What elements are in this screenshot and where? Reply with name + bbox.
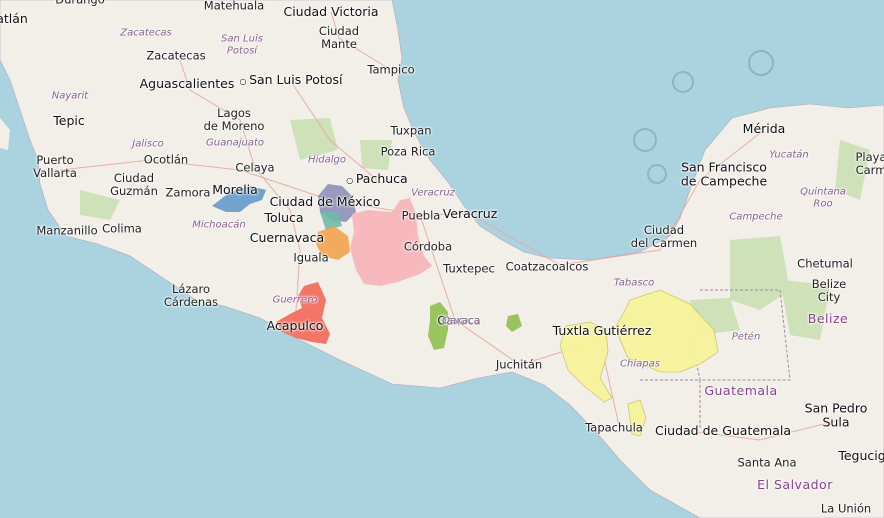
state-label: Campeche [729, 211, 783, 223]
city-label: Tuxtla Gutiérrez [552, 322, 652, 338]
city-label: Tuxtepec [443, 261, 495, 276]
state-label: San Luis Potosí [221, 33, 263, 57]
city-label: Cuernavaca [249, 229, 325, 245]
state-label: Oaxaca [442, 315, 480, 327]
city-label: Colima [102, 221, 142, 236]
city-label: Toluca [264, 209, 304, 225]
city-label: La Unión [820, 501, 872, 516]
state-label: Hidalgo [307, 154, 347, 166]
city-label: Tampico [367, 62, 415, 77]
city-label: atlán [0, 10, 28, 26]
state-label: Jalisco [132, 138, 164, 150]
city-label: Tabasco [613, 277, 655, 289]
city-label: Tapachula [585, 420, 643, 435]
city-label: Lagos de Moreno [203, 105, 265, 133]
city-label: Chetumal [797, 256, 853, 271]
city-label: San Pedro Sula [804, 400, 868, 430]
city-label: Ciudad Guzmán [110, 170, 158, 198]
city-label: Tuxpan [390, 123, 432, 138]
state-label: Guanajuato [206, 137, 264, 149]
city-label: Pachuca [346, 171, 408, 186]
state-label: Chiapas [620, 358, 660, 370]
land-baja-tip [0, 118, 10, 150]
city-label: Playa Carm [855, 149, 884, 177]
state-label: Quintana Roo [800, 186, 846, 210]
map-canvas[interactable]: Matehuala Ciudad Victoria Ciudad Mante Tampi… [0, 0, 884, 518]
city-label: Celaya [235, 160, 275, 175]
city-label: Belize City [811, 276, 847, 304]
state-label: Veracruz [411, 187, 455, 199]
city-label: Poza Rica [380, 144, 436, 159]
city-label: Juchitán [495, 357, 543, 372]
city-label: Córdoba [403, 239, 453, 254]
city-label: Ciudad de Guatemala [654, 422, 792, 438]
city-label: Ciudad Victoria [283, 3, 379, 19]
city-label: San Luis Potosí [240, 72, 342, 87]
city-label: Ciudad del Carmen [630, 222, 698, 250]
map-shapes [0, 0, 884, 518]
country-label: Guatemala [704, 382, 778, 398]
state-label: Michoacán [192, 219, 246, 231]
city-label: Puerto Vallarta [33, 152, 77, 180]
city-label: Tepic [53, 112, 85, 128]
city-label: Iguala [293, 250, 329, 265]
city-label: Zacatecas [146, 48, 206, 63]
city-label: Puebla [401, 208, 441, 223]
city-label: Mérida [742, 120, 786, 136]
city-label: Matehuala [203, 0, 265, 13]
state-label: Zacatecas [120, 27, 172, 39]
city-label: Coatzacoalcos [505, 259, 589, 274]
city-label: Lázaro Cárdenas [163, 281, 219, 309]
city-label: Manzanillo [36, 223, 98, 238]
city-label: Veracruz [442, 205, 498, 221]
city-label: Durango [55, 0, 105, 7]
state-label: Petén [731, 331, 761, 343]
state-label: Guerrero [272, 294, 318, 306]
country-label: Belize [807, 310, 849, 326]
country-label: El Salvador [757, 476, 833, 492]
city-label: Ciudad de México [269, 193, 381, 209]
city-label: San Francisco de Campeche [680, 159, 768, 189]
state-label: Yucatán [769, 149, 809, 161]
city-label: Morelia [212, 181, 258, 197]
city-label: Santa Ana [737, 455, 797, 470]
city-label: Acapulco [266, 317, 324, 333]
city-label: Ciudad Mante [318, 23, 360, 51]
city-label: Aguascalientes [139, 75, 235, 91]
city-label: Ocotlán [143, 152, 189, 167]
city-label: Tegucig [838, 447, 884, 463]
city-label: Zamora [165, 185, 211, 200]
state-label: Nayarit [51, 90, 89, 102]
